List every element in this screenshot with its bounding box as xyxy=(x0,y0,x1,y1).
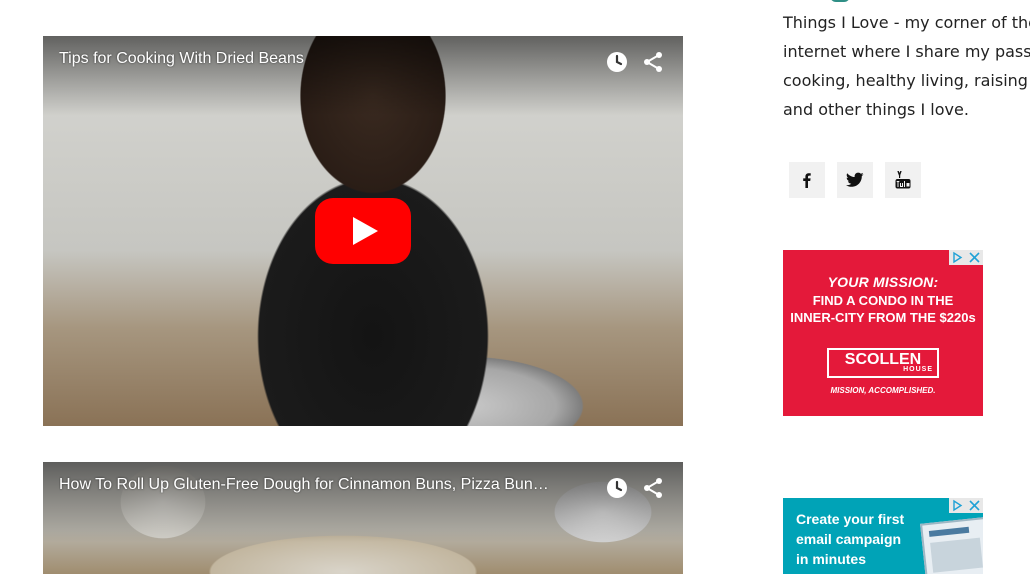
ad-brand-logo: SCOLLEN HOUSE xyxy=(827,348,939,378)
about-line: and other things I love. xyxy=(783,100,969,119)
youtube-play-icon[interactable] xyxy=(315,198,411,264)
facebook-icon xyxy=(803,173,811,188)
ad-brand-sub: HOUSE xyxy=(903,366,933,373)
ad-tagline: MISSION, ACCOMPLISHED. xyxy=(830,386,936,395)
clock-icon[interactable] xyxy=(605,476,629,500)
advertisement-condo[interactable]: YOUR MISSION: FIND A CONDO IN THE INNER-… xyxy=(783,250,983,416)
heading-fragment xyxy=(830,0,850,2)
youtube-button[interactable] xyxy=(885,162,921,198)
page: Tips for Cooking With Dried Beans How To… xyxy=(0,0,1030,574)
advertisement-email[interactable]: Create your first email campaign in minu… xyxy=(783,498,983,574)
video-title-2[interactable]: How To Roll Up Gluten-Free Dough for Cin… xyxy=(59,476,583,494)
ad-screenshot-image xyxy=(920,516,983,574)
twitter-icon xyxy=(846,172,864,187)
adchoices-controls[interactable] xyxy=(949,250,983,265)
video-title-1[interactable]: Tips for Cooking With Dried Beans xyxy=(59,50,583,68)
about-line: cooking, healthy living, raising a xyxy=(783,71,1030,90)
about-line: Things I Love - my corner of the xyxy=(783,13,1030,32)
ad-body-line: FIND A CONDO IN THE xyxy=(812,293,954,308)
adchoices-controls[interactable] xyxy=(949,498,983,513)
video-embed-2[interactable]: How To Roll Up Gluten-Free Dough for Cin… xyxy=(43,462,683,574)
ad-body: FIND A CONDO IN THE INNER-CITY FROM THE … xyxy=(783,292,983,326)
close-x-icon[interactable] xyxy=(966,250,983,265)
youtube-icon xyxy=(895,171,911,189)
adchoices-icon[interactable] xyxy=(949,498,966,513)
share-arrow-icon[interactable] xyxy=(641,50,665,74)
facebook-button[interactable] xyxy=(789,162,825,198)
video-title-bar xyxy=(43,36,683,116)
about-text: Things I Love - my corner of the interne… xyxy=(783,8,1030,124)
ad-body-line: INNER-CITY FROM THE $220s xyxy=(790,310,976,325)
ad-headline: YOUR MISSION: xyxy=(827,274,939,290)
adchoices-icon[interactable] xyxy=(949,250,966,265)
ad-body-line: email campaign xyxy=(796,531,902,547)
ad-body: Create your first email campaign in minu… xyxy=(796,509,916,569)
ad-body-line: in minutes xyxy=(796,551,867,567)
video-embed-1[interactable]: Tips for Cooking With Dried Beans xyxy=(43,36,683,426)
share-arrow-icon[interactable] xyxy=(641,476,665,500)
clock-icon[interactable] xyxy=(605,50,629,74)
close-x-icon[interactable] xyxy=(966,498,983,513)
about-line: internet where I share my passio xyxy=(783,42,1030,61)
twitter-button[interactable] xyxy=(837,162,873,198)
video-title-bar xyxy=(43,462,683,542)
ad-body-line: Create your first xyxy=(796,511,905,527)
